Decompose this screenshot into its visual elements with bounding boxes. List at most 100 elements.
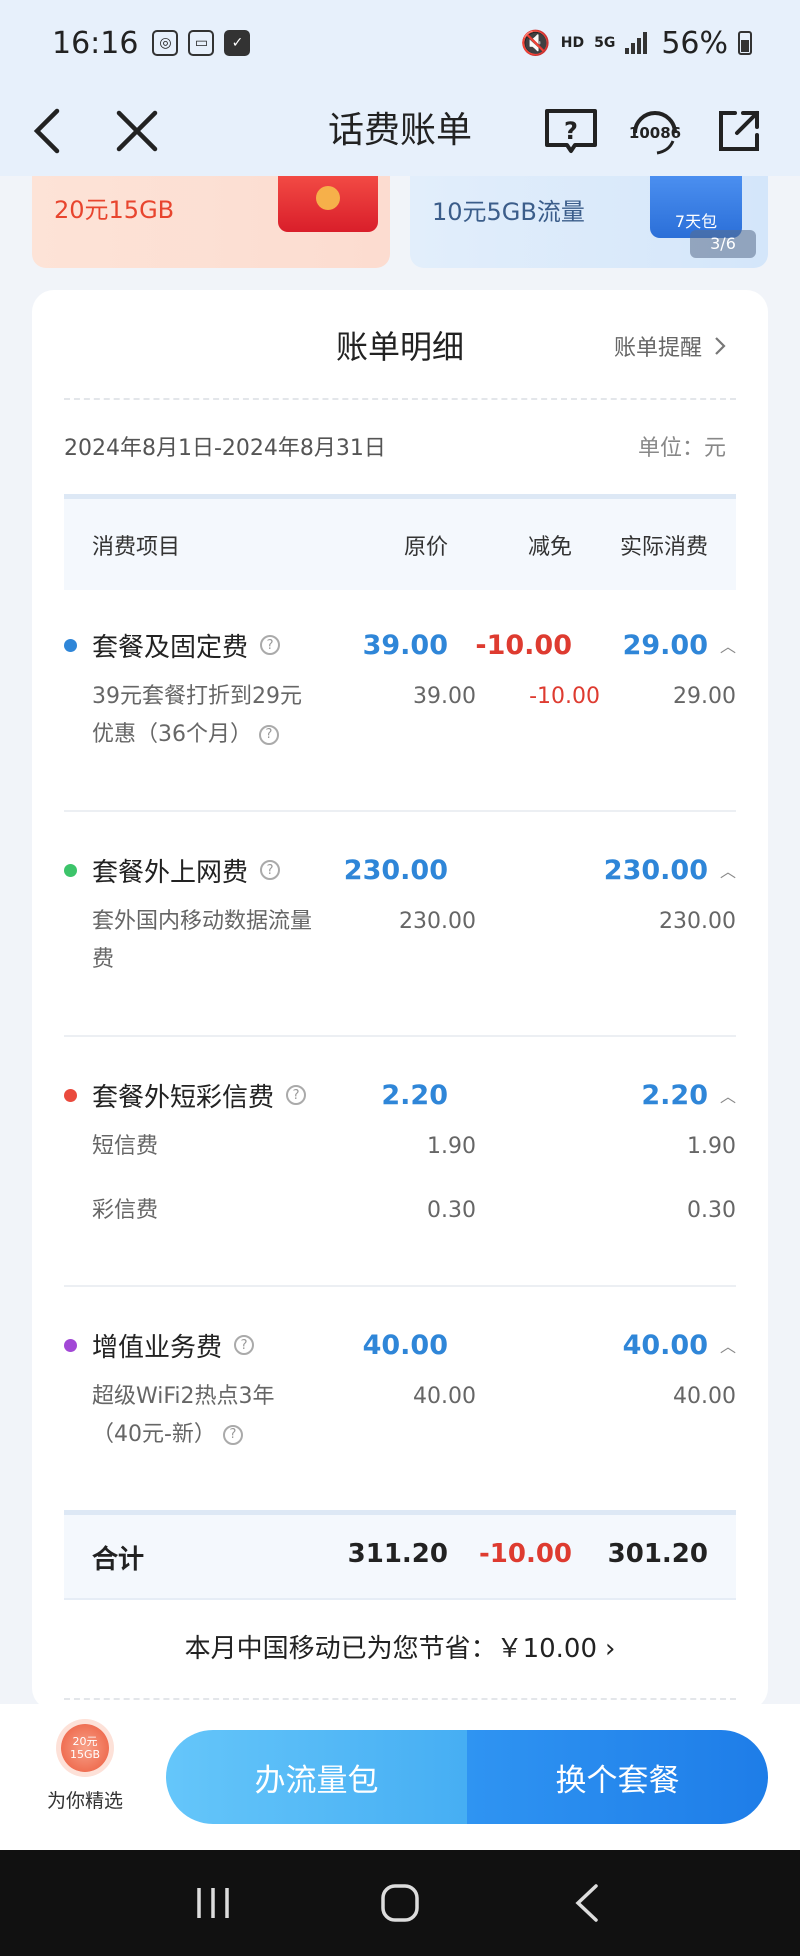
data-pack-tag: 7天包 [674, 212, 718, 231]
line-item-actual: 40.00 [673, 1384, 736, 1409]
status-bar: 16:16 ◎ ▭ ✓ 🔇 HD 5G 56% [0, 0, 800, 86]
chevron-right-icon [715, 337, 726, 355]
line-item-actual: 230.00 [659, 909, 736, 934]
checkbox-icon: ✓ [224, 30, 251, 56]
china-mobile-icon: ◎ [152, 30, 179, 56]
savings-text: 本月中国移动已为您节省：￥10.00 [184, 1634, 598, 1664]
promo-banner-1[interactable]: 20元15GB [32, 176, 390, 268]
section-divider [64, 1285, 736, 1287]
line-item-original: 0.30 [427, 1198, 476, 1223]
section-name: 套餐外短彩信费 [92, 1082, 275, 1113]
back-button[interactable] [14, 96, 84, 166]
section-original: 40.00 [362, 1329, 448, 1361]
home-icon [381, 1884, 419, 1922]
line-item-actual: 0.30 [687, 1198, 736, 1223]
help-button[interactable]: ? [536, 96, 606, 166]
home-button[interactable] [370, 1873, 430, 1933]
section-name: 增值业务费 [92, 1332, 223, 1363]
help-icon[interactable]: ? [260, 635, 281, 655]
col-header-item: 消费项目 [92, 534, 181, 560]
total-discount: -10.00 [478, 1539, 572, 1569]
line-item: 套外国内移动数据流量费 230.00 230.00 [92, 903, 736, 983]
promo-banner-2[interactable]: 10元5GB流量 7天包 3/6 [410, 176, 768, 268]
share-button[interactable] [704, 96, 774, 166]
category-dot [64, 1338, 77, 1352]
featured-badge: 20元 15GB [61, 1724, 109, 1772]
section-divider [64, 810, 736, 812]
recent-apps-icon [197, 1888, 230, 1918]
chevron-right-icon: › [605, 1634, 616, 1664]
hd-label: HD [560, 35, 585, 51]
help-book-icon: ? [545, 109, 597, 153]
category-dot [64, 863, 77, 877]
featured-label: 为你精选 [46, 1790, 123, 1812]
section-original: 2.20 [381, 1079, 448, 1111]
section-original: 39.00 [362, 629, 448, 661]
banner-pager: 3/6 [690, 230, 756, 258]
promo-banner-2-text: 10元5GB流量 [432, 198, 585, 226]
mute-icon: 🔇 [520, 29, 551, 57]
data-pack-icon: 7天包 [650, 176, 742, 238]
col-header-discount: 减免 [527, 534, 572, 560]
line-item-original: 39.00 [413, 684, 476, 709]
section-actual: 40.00 [622, 1329, 708, 1361]
network-label: 5G [594, 35, 616, 51]
section-actual: 230.00 [603, 854, 708, 886]
back-icon [33, 108, 60, 154]
collapse-icon[interactable]: ︿ [720, 633, 736, 657]
savings-link[interactable]: 本月中国移动已为您节省：￥10.00 › [32, 1628, 768, 1665]
section-header-row[interactable]: 套餐外短彩信费? 2.20 2.20 ︿ [64, 1070, 736, 1120]
buy-data-pack-button[interactable]: 办流量包 [166, 1730, 467, 1824]
nav-back-button[interactable] [557, 1873, 617, 1933]
table-header: 消费项目 原价 减免 实际消费 [64, 494, 736, 590]
bottom-action-bar: 20元 15GB 为你精选 办流量包 换个套餐 [0, 1704, 800, 1850]
close-button[interactable] [102, 96, 172, 166]
line-item-name: 39元套餐打折到29元优惠（36个月） ? [92, 684, 302, 747]
section-header-row[interactable]: 套餐及固定费? 39.00 -10.00 29.00 ︿ [64, 620, 736, 670]
line-item-name: 彩信费 [92, 1198, 159, 1223]
help-icon[interactable]: ? [234, 1335, 255, 1355]
app-header: 话费账单 ? 10086 [0, 86, 800, 176]
collapse-icon[interactable]: ︿ [720, 858, 736, 882]
help-icon[interactable]: ? [286, 1085, 307, 1105]
battery-icon [738, 31, 752, 55]
currency-unit: 单位：元 [637, 436, 726, 461]
section-actual: 29.00 [622, 629, 708, 661]
section-actual: 2.20 [641, 1079, 708, 1111]
collapse-icon[interactable]: ︿ [720, 1083, 736, 1107]
bill-reminder-label: 账单提醒 [613, 336, 702, 361]
line-item-original: 230.00 [399, 909, 476, 934]
line-item: 彩信费 0.30 0.30 [92, 1192, 736, 1232]
promo-banner-1-text: 20元15GB [54, 196, 175, 224]
red-envelope-icon [278, 176, 378, 232]
help-icon[interactable]: ? [260, 860, 281, 880]
change-plan-button[interactable]: 换个套餐 [467, 1730, 768, 1824]
collapse-icon[interactable]: ︿ [720, 1333, 736, 1357]
hotline-button[interactable]: 10086 [620, 96, 690, 166]
section-name: 套餐及固定费 [92, 632, 249, 663]
section-header-row[interactable]: 增值业务费? 40.00 40.00 ︿ [64, 1320, 736, 1370]
section-original: 230.00 [343, 854, 448, 886]
col-header-actual: 实际消费 [619, 534, 708, 560]
back-icon [575, 1884, 598, 1922]
signal-icon [625, 32, 648, 54]
status-time: 16:16 [52, 25, 139, 61]
line-item-original: 1.90 [427, 1134, 476, 1159]
line-item: 超级WiFi2热点3年（40元-新） ? 40.00 40.00 [92, 1378, 736, 1458]
divider [64, 1698, 736, 1700]
section-header-row[interactable]: 套餐外上网费? 230.00 230.00 ︿ [64, 845, 736, 895]
line-item-original: 40.00 [413, 1384, 476, 1409]
featured-pick[interactable]: 20元 15GB 为你精选 [30, 1724, 140, 1813]
help-icon[interactable]: ? [222, 1425, 243, 1445]
section-discount: -10.00 [475, 629, 572, 661]
section-divider [64, 1035, 736, 1037]
help-icon[interactable]: ? [259, 725, 279, 745]
line-item: 39元套餐打折到29元优惠（36个月） ? 39.00 -10.00 29.00 [92, 678, 736, 758]
line-item-name: 超级WiFi2热点3年（40元-新） ? [92, 1384, 275, 1447]
recent-apps-button[interactable] [183, 1873, 243, 1933]
bill-reminder-link[interactable]: 账单提醒 [614, 330, 726, 362]
svg-text:?: ? [564, 117, 578, 145]
total-label: 合计 [92, 1545, 145, 1575]
bill-period: 2024年8月1日-2024年8月31日 [64, 436, 386, 461]
system-nav-bar [0, 1850, 800, 1956]
